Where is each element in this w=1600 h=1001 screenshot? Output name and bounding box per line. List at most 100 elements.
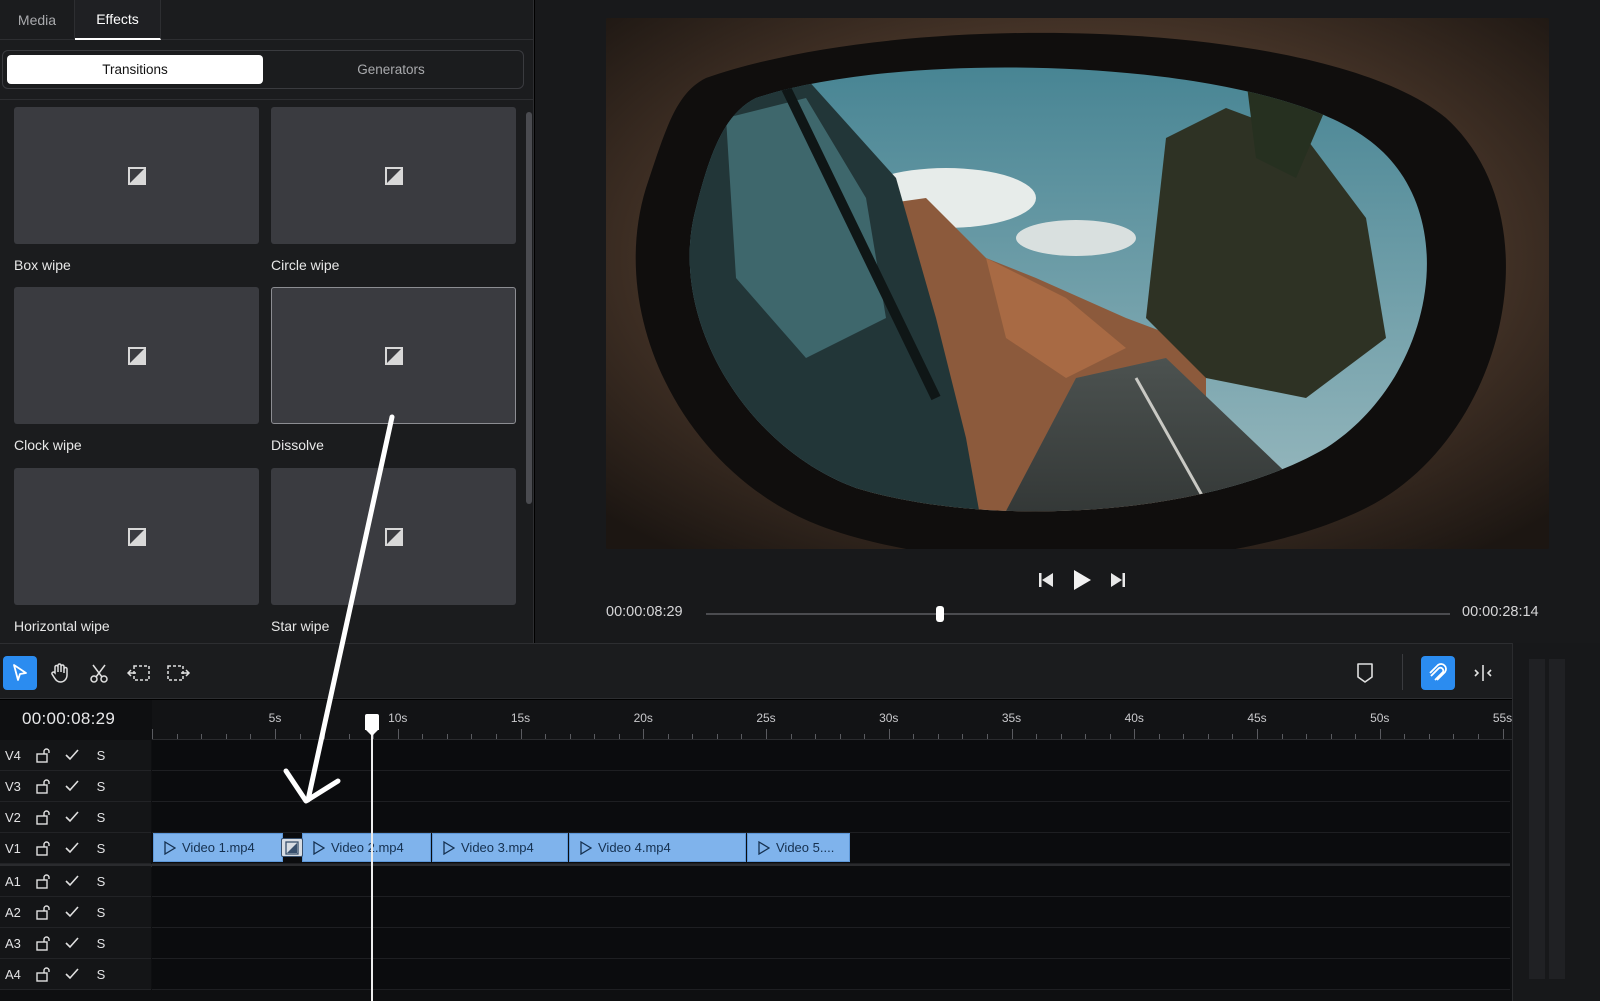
track-solo-toggle[interactable]: S: [86, 874, 116, 889]
lock-icon: [35, 936, 50, 951]
ruler-tick: [864, 734, 866, 739]
transition-marker[interactable]: [281, 838, 303, 857]
scrubber-handle[interactable]: [936, 606, 945, 622]
track-visibility-toggle[interactable]: [57, 866, 86, 897]
segment-generators[interactable]: Generators: [263, 55, 519, 84]
ruler-tick: [495, 734, 497, 739]
time-ruler[interactable]: 5s 10s 15s 20s 25s 30s 35s 40s 45s 50s 55s: [152, 700, 1512, 740]
transition-label: Clock wipe: [14, 437, 82, 453]
trim-end-button[interactable]: [161, 656, 195, 690]
track-header: A1 S: [0, 866, 151, 897]
track-lane[interactable]: [152, 740, 1510, 771]
track-lane[interactable]: [152, 928, 1510, 959]
clip-play-icon: [443, 840, 455, 855]
ruler-tick: [1306, 734, 1308, 739]
ruler-tick: [275, 729, 276, 739]
effects-panel: Media Effects Transitions Generators Box…: [0, 0, 534, 643]
lock-icon: [35, 841, 50, 856]
transition-tile-box-wipe[interactable]: [14, 107, 259, 244]
ruler-tick: [1355, 734, 1357, 739]
track-solo-toggle[interactable]: S: [86, 810, 116, 825]
track-lock-toggle[interactable]: [28, 897, 57, 928]
track-name: A1: [5, 873, 21, 889]
ruler-tick: [692, 734, 694, 739]
razor-tool-button[interactable]: [82, 656, 116, 690]
ruler-tick: [299, 734, 301, 739]
ruler-tick: [1379, 729, 1381, 739]
trim-start-button[interactable]: [122, 656, 156, 690]
skip-forward-button[interactable]: [1107, 567, 1129, 593]
transition-tile-star-wipe[interactable]: [271, 468, 516, 605]
track-visibility-toggle[interactable]: [57, 740, 86, 771]
snapping-toggle[interactable]: [1421, 656, 1455, 690]
track-lane[interactable]: [152, 771, 1510, 802]
transition-tile-horizontal-wipe[interactable]: [14, 468, 259, 605]
track-lane[interactable]: [152, 802, 1510, 833]
ruler-tick: [520, 729, 522, 739]
track-lock-toggle[interactable]: [28, 802, 57, 833]
ruler-tick: [815, 734, 817, 739]
track-visibility-toggle[interactable]: [57, 897, 86, 928]
ruler-label: 50s: [1370, 711, 1390, 725]
transition-tile-circle-wipe[interactable]: [271, 107, 516, 244]
track-header: V1 S: [0, 833, 151, 864]
track-solo-toggle[interactable]: S: [86, 967, 116, 982]
track-lock-toggle[interactable]: [28, 959, 57, 990]
track-visibility-toggle[interactable]: [57, 833, 86, 864]
track-lane[interactable]: [152, 866, 1510, 897]
split-view-button[interactable]: [1466, 656, 1500, 690]
clip-video-1[interactable]: Video 1.mp4: [153, 833, 283, 862]
ruler-tick: [1477, 734, 1479, 739]
ruler-tick: [962, 734, 964, 739]
track-header: A2 S: [0, 897, 151, 928]
check-icon: [64, 780, 79, 792]
ruler-label: 20s: [633, 711, 653, 725]
track-name: A4: [5, 966, 21, 982]
track-visibility-toggle[interactable]: [57, 802, 86, 833]
clip-play-icon: [313, 840, 325, 855]
select-icon: [13, 664, 27, 681]
transition-tile-clock-wipe[interactable]: [14, 287, 259, 424]
select-tool-button[interactable]: [3, 656, 37, 690]
track-solo-toggle[interactable]: S: [86, 779, 116, 794]
track-solo-toggle[interactable]: S: [86, 905, 116, 920]
track-lock-toggle[interactable]: [28, 928, 57, 959]
check-icon: [64, 875, 79, 887]
scrubber[interactable]: [706, 606, 1450, 622]
track-lane[interactable]: [152, 959, 1510, 990]
ruler-label: 30s: [879, 711, 899, 725]
ruler-tick: [986, 734, 988, 739]
ruler-tick: [937, 734, 939, 739]
clip-video-4[interactable]: Video 4.mp4: [569, 833, 746, 862]
track-visibility-toggle[interactable]: [57, 928, 86, 959]
effects-scrollbar[interactable]: [526, 112, 532, 504]
tab-media[interactable]: Media: [0, 0, 75, 40]
track-lock-toggle[interactable]: [28, 833, 57, 864]
track-solo-toggle[interactable]: S: [86, 841, 116, 856]
playhead-handle[interactable]: [365, 714, 379, 730]
segment-transitions[interactable]: Transitions: [7, 55, 263, 84]
track-visibility-toggle[interactable]: [57, 959, 86, 990]
ruler-tick: [176, 734, 178, 739]
track-lock-toggle[interactable]: [28, 866, 57, 897]
ruler-label: 5s: [268, 711, 282, 725]
add-marker-button[interactable]: [1348, 656, 1382, 690]
track-lane[interactable]: [152, 897, 1510, 928]
audio-meter-panel: [1512, 643, 1600, 1001]
play-button[interactable]: [1071, 567, 1093, 593]
track-lock-toggle[interactable]: [28, 740, 57, 771]
tab-effects[interactable]: Effects: [75, 0, 161, 40]
lock-icon: [35, 905, 50, 920]
clip-video-3[interactable]: Video 3.mp4: [432, 833, 568, 862]
track-solo-toggle[interactable]: S: [86, 748, 116, 763]
skip-back-button[interactable]: [1035, 567, 1057, 593]
clip-video-5[interactable]: Video 5....: [747, 833, 850, 862]
hand-tool-button[interactable]: [43, 656, 77, 690]
track-lock-toggle[interactable]: [28, 771, 57, 802]
clip-video-2[interactable]: Video 2.mp4: [302, 833, 431, 862]
transition-tile-dissolve[interactable]: [271, 287, 516, 424]
track-visibility-toggle[interactable]: [57, 771, 86, 802]
trim-left-icon: [126, 665, 150, 681]
ruler-tick: [324, 734, 326, 739]
track-solo-toggle[interactable]: S: [86, 936, 116, 951]
